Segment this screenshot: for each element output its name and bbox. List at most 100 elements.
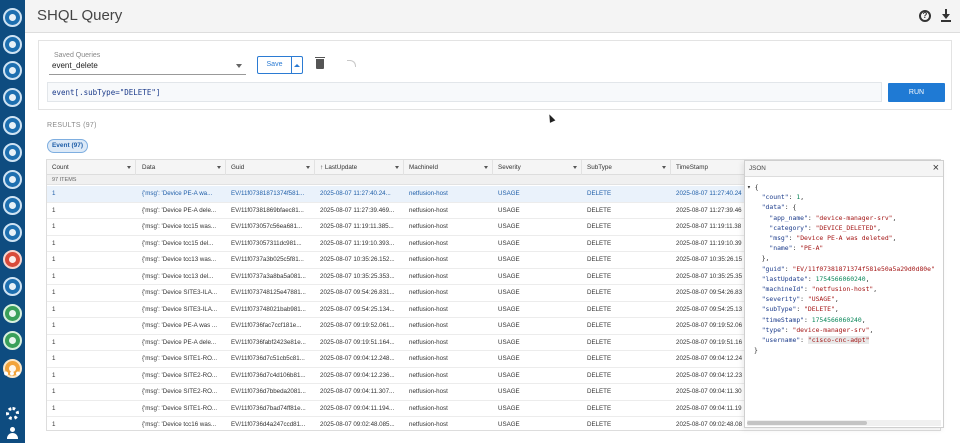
table-cell: {'msg': 'Device PE-A wa...	[142, 190, 213, 197]
json-line: ▾ {	[747, 182, 759, 192]
table-cell: EV/11f0736d7c4d106b81...	[231, 371, 306, 379]
table-cell: USAGE	[498, 371, 520, 379]
column-menu-icon[interactable]	[395, 166, 399, 169]
table-cell: USAGE	[498, 272, 520, 280]
table-cell: EV/11f073748125e47881...	[231, 289, 306, 296]
json-horizontal-scrollbar[interactable]	[747, 420, 941, 426]
table-cell: EV/11f0736d4a247ccd81...	[231, 421, 306, 428]
network-icon[interactable]	[3, 35, 22, 54]
column-header-label: Count	[52, 164, 69, 171]
table-cell: 1	[52, 388, 56, 395]
json-token: "msg"	[769, 234, 789, 242]
table-cell: DELETE	[587, 355, 612, 362]
json-token: },	[761, 254, 770, 263]
json-token: "device-manager-srv"	[815, 213, 893, 222]
column-header[interactable]: SubType	[582, 160, 671, 175]
table-cell: 1	[52, 272, 56, 280]
table-cell: 2025-08-07 11:27:39.469...	[320, 206, 395, 214]
json-token: :	[804, 315, 812, 324]
alarm-icon[interactable]	[3, 250, 22, 269]
analytics-icon[interactable]	[3, 223, 22, 242]
column-header-label: ↑ LastUpdate	[320, 164, 358, 171]
json-token: "cisco-cnc-adpt"	[807, 336, 870, 344]
json-line: "username": "cisco-cnc-adpt"	[762, 335, 870, 345]
table-cell: USAGE	[498, 338, 520, 346]
column-menu-icon[interactable]	[573, 166, 577, 169]
column-menu-icon[interactable]	[217, 166, 221, 169]
saved-queries-label: Saved Queries	[52, 52, 103, 59]
column-header[interactable]: ↑ LastUpdate	[315, 160, 404, 175]
table-cell: {'msg': 'Device tcc13 del...	[142, 272, 214, 280]
table-cell: {'msg': 'Device tcc15 was...	[142, 223, 217, 230]
json-token: "USAGE"	[807, 295, 835, 304]
service-icon[interactable]	[3, 170, 22, 189]
inventory-icon[interactable]	[3, 88, 22, 107]
json-token: :	[807, 274, 816, 283]
json-token: "PE-A"	[800, 244, 824, 253]
json-token: "type"	[761, 325, 785, 334]
table-cell: 2025-08-07 09:54:25.134...	[320, 305, 395, 313]
json-line: "app_name": "device-manager-srv",	[769, 213, 896, 223]
json-token: "EV/11f07381871374f581e50a5a29d0d80e"	[792, 264, 935, 273]
column-menu-icon[interactable]	[127, 166, 131, 169]
json-panel-header: JSON ×	[745, 161, 943, 177]
security-icon[interactable]	[3, 277, 22, 296]
table-cell: netfusion-host	[409, 355, 448, 362]
undo-icon[interactable]	[347, 60, 356, 67]
column-header[interactable]: Severity	[493, 160, 582, 175]
column-header[interactable]: Count	[47, 160, 136, 175]
query-panel: event_delete Saved Queries Save event[.s…	[38, 40, 952, 110]
json-line: },	[762, 253, 770, 263]
table-cell: 2025-08-07 11:19:10.393...	[320, 239, 395, 247]
monitor-icon[interactable]	[3, 196, 22, 215]
trash-icon[interactable]	[315, 57, 325, 69]
save-button[interactable]: Save	[257, 56, 292, 74]
table-cell: netfusion-host	[409, 289, 448, 296]
column-menu-icon[interactable]	[662, 166, 666, 169]
table-cell: DELETE	[587, 421, 612, 428]
column-menu-icon[interactable]	[306, 166, 310, 169]
close-icon[interactable]: ×	[933, 162, 939, 175]
warning-icon[interactable]	[3, 331, 22, 350]
table-cell: {'msg': 'Device SITE1-RO...	[142, 355, 218, 362]
table-cell: USAGE	[498, 256, 520, 263]
column-header-label: SubType	[587, 164, 612, 171]
table-cell: EV/11f0736fac7ccf181e...	[231, 322, 302, 329]
table-cell: USAGE	[498, 355, 520, 362]
globe-icon[interactable]	[3, 8, 22, 27]
tab-event[interactable]: Event (97)	[47, 139, 88, 153]
column-header[interactable]: Guid	[226, 160, 315, 175]
download-icon-base	[941, 20, 951, 22]
query-editor[interactable]: event[.subType="DELETE"]	[47, 82, 882, 102]
page-header: SHQL Query ?	[25, 0, 960, 33]
table-cell: USAGE	[498, 421, 520, 428]
user-icon[interactable]	[7, 427, 18, 440]
mouse-cursor-icon	[546, 113, 556, 123]
table-cell: DELETE	[587, 239, 612, 247]
collapse-arrow-icon[interactable]: ▾	[747, 183, 755, 191]
json-token: "Device PE-A was deleted"	[796, 234, 893, 242]
document-icon[interactable]	[3, 116, 22, 135]
run-button[interactable]: RUN	[888, 83, 945, 102]
help-icon[interactable]: ?	[919, 10, 931, 22]
table-cell: {'msg': 'Device PE-A dele...	[142, 206, 217, 214]
table-cell: DELETE	[587, 305, 612, 313]
table-cell: 1	[52, 239, 56, 247]
settings-icon[interactable]	[6, 407, 19, 420]
device-icon[interactable]	[3, 61, 22, 80]
json-token: :	[804, 285, 812, 293]
json-panel-title: JSON	[749, 165, 766, 172]
table-cell: USAGE	[498, 223, 520, 230]
topology-icon[interactable]	[3, 143, 22, 162]
json-token: "DELETE"	[804, 305, 835, 314]
more-icon[interactable]: •••	[0, 366, 25, 380]
column-header[interactable]: Data	[137, 160, 226, 175]
table-cell: EV/11f07381869bfaec81...	[231, 206, 304, 214]
json-line: "timeStamp": 1754566060240,	[762, 315, 866, 325]
dashboard-icon[interactable]	[3, 304, 22, 323]
column-header[interactable]: MachineId	[404, 160, 493, 175]
json-scroll-thumb[interactable]	[747, 421, 867, 425]
table-cell: netfusion-host	[409, 338, 448, 346]
column-menu-icon[interactable]	[484, 166, 488, 169]
save-options-button[interactable]	[292, 56, 303, 74]
